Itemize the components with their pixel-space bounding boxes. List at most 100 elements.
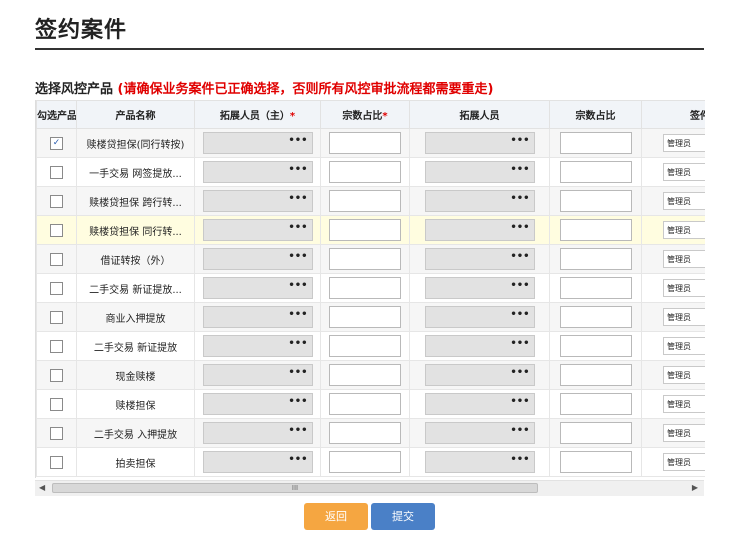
staff-main-picker[interactable]: •••	[202, 190, 313, 212]
staff-main-picker[interactable]: •••	[202, 422, 313, 444]
share-input[interactable]	[559, 190, 632, 212]
staff-picker[interactable]: •••	[424, 190, 535, 212]
share-input[interactable]	[559, 161, 632, 183]
more-icon[interactable]: •••	[510, 193, 529, 204]
sign-field[interactable]: 管理员	[663, 221, 705, 239]
staff-picker[interactable]: •••	[424, 451, 535, 473]
staff-main-picker[interactable]: •••	[202, 451, 313, 473]
more-icon[interactable]: •••	[288, 338, 307, 349]
staff-picker[interactable]: •••	[424, 393, 535, 415]
sign-field[interactable]: 管理员	[663, 163, 705, 181]
back-button[interactable]: 返回	[304, 503, 368, 530]
sign-field[interactable]: 管理员	[663, 279, 705, 297]
more-icon[interactable]: •••	[288, 425, 307, 436]
more-icon[interactable]: •••	[510, 425, 529, 436]
sign-field[interactable]: 管理员	[663, 395, 705, 413]
product-checkbox[interactable]	[50, 310, 63, 324]
share-main-input[interactable]	[329, 451, 401, 473]
share-input[interactable]	[559, 422, 632, 444]
product-checkbox[interactable]	[50, 339, 63, 353]
share-main-input[interactable]	[329, 219, 401, 241]
more-icon[interactable]: •••	[288, 367, 307, 378]
staff-picker[interactable]: •••	[424, 335, 535, 357]
share-input[interactable]	[559, 248, 632, 270]
sign-field[interactable]: 管理员	[663, 424, 705, 442]
share-input[interactable]	[559, 306, 632, 328]
product-checkbox[interactable]	[50, 223, 63, 237]
share-input[interactable]	[559, 277, 632, 299]
staff-picker[interactable]: •••	[424, 306, 535, 328]
more-icon[interactable]: •••	[510, 164, 529, 175]
more-icon[interactable]: •••	[510, 396, 529, 407]
product-checkbox[interactable]	[50, 426, 63, 440]
more-icon[interactable]: •••	[288, 222, 307, 233]
share-main-input[interactable]	[329, 161, 401, 183]
more-icon[interactable]: •••	[510, 338, 529, 349]
more-icon[interactable]: •••	[288, 396, 307, 407]
more-icon[interactable]: •••	[510, 367, 529, 378]
staff-main-picker[interactable]: •••	[202, 248, 313, 270]
more-icon[interactable]: •••	[288, 251, 307, 262]
scroll-left-icon[interactable]: ◀	[39, 483, 45, 492]
staff-main-picker[interactable]: •••	[202, 393, 313, 415]
sign-field[interactable]: 管理员	[663, 134, 705, 152]
staff-picker[interactable]: •••	[424, 364, 535, 386]
more-icon[interactable]: •••	[288, 454, 307, 465]
sign-field[interactable]: 管理员	[663, 453, 705, 471]
product-checkbox[interactable]	[50, 165, 63, 179]
share-input[interactable]	[559, 451, 632, 473]
product-checkbox[interactable]	[50, 368, 63, 382]
scrollbar-thumb[interactable]: III	[52, 483, 538, 493]
staff-main-picker[interactable]: •••	[202, 306, 313, 328]
share-main-input[interactable]	[329, 306, 401, 328]
more-icon[interactable]: •••	[510, 280, 529, 291]
share-main-input[interactable]	[329, 132, 401, 154]
staff-main-picker[interactable]: •••	[202, 335, 313, 357]
staff-main-picker[interactable]: •••	[202, 219, 313, 241]
sign-field[interactable]: 管理员	[663, 250, 705, 268]
more-icon[interactable]: •••	[510, 309, 529, 320]
staff-main-picker[interactable]: •••	[202, 161, 313, 183]
sign-field[interactable]: 管理员	[663, 366, 705, 384]
more-icon[interactable]: •••	[288, 193, 307, 204]
share-main-input[interactable]	[329, 393, 401, 415]
staff-picker[interactable]: •••	[424, 132, 535, 154]
share-main-input[interactable]	[329, 335, 401, 357]
more-icon[interactable]: •••	[510, 135, 529, 146]
sign-field[interactable]: 管理员	[663, 192, 705, 210]
more-icon[interactable]: •••	[288, 135, 307, 146]
more-icon[interactable]: •••	[510, 222, 529, 233]
share-main-input[interactable]	[329, 422, 401, 444]
more-icon[interactable]: •••	[510, 454, 529, 465]
staff-picker[interactable]: •••	[424, 277, 535, 299]
more-icon[interactable]: •••	[510, 251, 529, 262]
staff-main-picker[interactable]: •••	[202, 364, 313, 386]
staff-main-picker[interactable]: •••	[202, 277, 313, 299]
horizontal-scrollbar[interactable]: ◀ III ▶	[35, 480, 704, 496]
product-checkbox[interactable]	[50, 252, 63, 266]
share-main-input[interactable]	[329, 364, 401, 386]
share-input[interactable]	[559, 364, 632, 386]
submit-button[interactable]: 提交	[371, 503, 435, 530]
more-icon[interactable]: •••	[288, 309, 307, 320]
staff-picker[interactable]: •••	[424, 422, 535, 444]
share-input[interactable]	[559, 132, 632, 154]
share-input[interactable]	[559, 393, 632, 415]
more-icon[interactable]: •••	[288, 164, 307, 175]
share-main-input[interactable]	[329, 248, 401, 270]
scroll-right-icon[interactable]: ▶	[692, 483, 698, 492]
share-input[interactable]	[559, 219, 632, 241]
sign-field[interactable]: 管理员	[663, 308, 705, 326]
staff-picker[interactable]: •••	[424, 219, 535, 241]
product-checkbox[interactable]: ✓	[50, 136, 63, 150]
product-checkbox[interactable]	[50, 455, 63, 469]
product-checkbox[interactable]	[50, 281, 63, 295]
staff-picker[interactable]: •••	[424, 161, 535, 183]
product-checkbox[interactable]	[50, 397, 63, 411]
sign-field[interactable]: 管理员	[663, 337, 705, 355]
share-main-input[interactable]	[329, 277, 401, 299]
product-checkbox[interactable]	[50, 194, 63, 208]
more-icon[interactable]: •••	[288, 280, 307, 291]
share-input[interactable]	[559, 335, 632, 357]
share-main-input[interactable]	[329, 190, 401, 212]
